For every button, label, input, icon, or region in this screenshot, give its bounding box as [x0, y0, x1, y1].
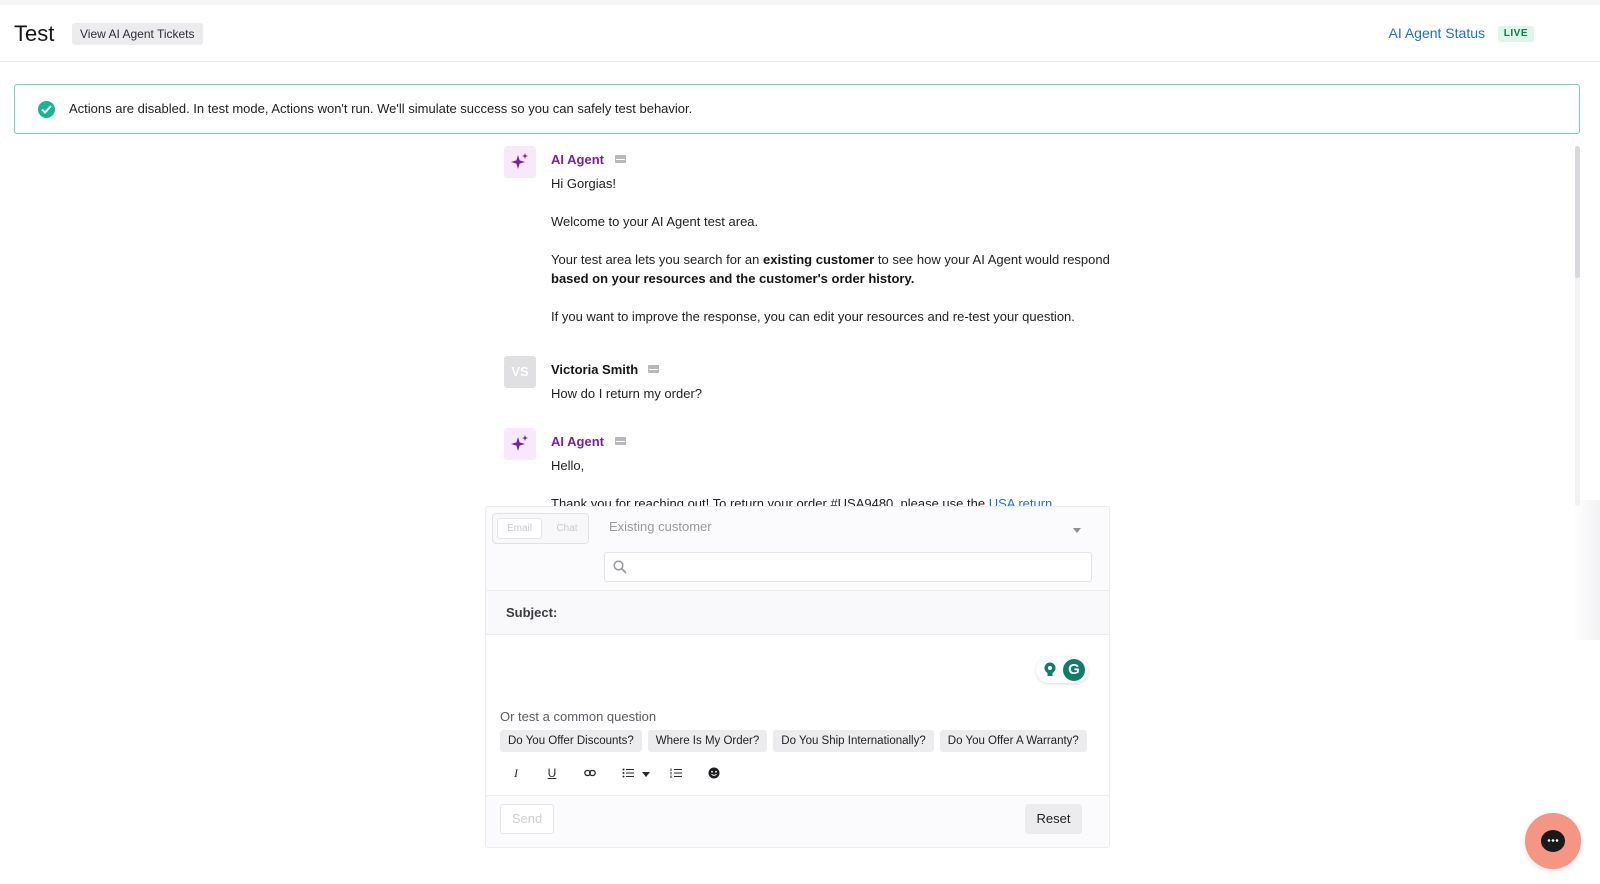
caret-down-icon[interactable] — [640, 763, 652, 783]
message-body: How do I return my order? — [551, 386, 703, 401]
sender-name: AI Agent — [551, 152, 604, 167]
message-body: Hi Gorgias! Welcome to your AI Agent tes… — [551, 174, 1111, 345]
page-header: Test View AI Agent Tickets AI Agent Stat… — [0, 5, 1600, 62]
view-tickets-button[interactable]: View AI Agent Tickets — [72, 23, 203, 45]
numbered-list-icon[interactable] — [666, 763, 686, 783]
message-paragraph: If you want to improve the response, you… — [551, 309, 1075, 324]
message-paragraph: Welcome to your AI Agent test area. — [551, 214, 759, 229]
italic-icon[interactable]: I — [506, 763, 526, 783]
common-questions-label: Or test a common question — [500, 709, 657, 724]
ai-sparkle-avatar — [504, 146, 536, 178]
subject-row[interactable]: Subject: — [486, 591, 1109, 635]
subject-label: Subject: — [506, 605, 558, 620]
question-chip[interactable]: Where Is My Order? — [647, 730, 768, 752]
composer-customer-bar: Email Chat Existing customer — [486, 507, 1109, 591]
test-composer: Email Chat Existing customer Subject: G … — [485, 506, 1110, 848]
mail-icon — [615, 437, 626, 445]
message-customer: VS Victoria Smith How do I return my ord… — [504, 356, 1114, 416]
banner-text: Actions are disabled. In test mode, Acti… — [69, 101, 693, 116]
sender-name: AI Agent — [551, 434, 604, 449]
chat-launcher-button[interactable] — [1525, 813, 1581, 869]
customer-search-input[interactable] — [635, 558, 1085, 578]
channel-toggle: Email Chat — [492, 513, 589, 544]
message-ai-agent: AI Agent Hello, Thank you for reaching o… — [504, 428, 1114, 506]
conversation-area: AI Agent Hi Gorgias! Welcome to your AI … — [504, 146, 1124, 506]
formatting-toolbar: I U — [500, 761, 750, 785]
ai-sparkle-avatar — [504, 428, 536, 460]
customer-search-box[interactable] — [604, 552, 1092, 582]
underline-icon[interactable]: U — [542, 763, 562, 783]
customer-type-select[interactable]: Existing customer — [609, 519, 712, 534]
reset-button[interactable]: Reset — [1025, 804, 1082, 834]
link-icon[interactable] — [580, 763, 600, 783]
return-policy-link[interactable]: USA return — [989, 496, 1053, 506]
writing-assistant-widget[interactable]: G — [1036, 657, 1088, 683]
channel-chat-option[interactable]: Chat — [551, 518, 583, 539]
ai-agent-status-link[interactable]: AI Agent Status — [1388, 25, 1485, 41]
message-paragraph: Hi Gorgias! — [551, 176, 617, 191]
chevron-down-icon[interactable] — [1073, 528, 1081, 533]
bullet-list-icon[interactable] — [618, 763, 638, 783]
question-chip[interactable]: Do You Offer Discounts? — [500, 730, 642, 752]
message-body: Hello, Thank you for reaching out! To re… — [551, 456, 1111, 506]
conversation-scrollbar[interactable] — [1575, 146, 1580, 506]
sender-name: Victoria Smith — [551, 362, 639, 377]
typing-dots-icon — [1547, 839, 1559, 842]
grammarly-icon[interactable]: G — [1063, 659, 1085, 681]
panel-edge-shadow — [1572, 500, 1600, 640]
test-mode-banner: Actions are disabled. In test mode, Acti… — [14, 84, 1580, 134]
composer-footer: Send Reset — [486, 795, 1109, 847]
send-button[interactable]: Send — [500, 804, 554, 834]
avatar: VS — [504, 356, 536, 388]
message-paragraph: Thank you for reaching out! To return yo… — [551, 494, 1111, 506]
question-chip[interactable]: Do You Ship Internationally? — [773, 730, 934, 752]
search-icon — [613, 560, 627, 574]
check-circle-icon — [38, 101, 55, 118]
page-title: Test — [14, 21, 55, 46]
mail-icon — [648, 365, 659, 373]
message-paragraph: Your test area lets you search for an ex… — [551, 252, 1110, 286]
mail-icon — [615, 155, 626, 163]
message-ai-agent: AI Agent Hi Gorgias! Welcome to your AI … — [504, 146, 1114, 346]
lightbulb-icon[interactable] — [1042, 661, 1058, 679]
status-badge: LIVE — [1497, 26, 1534, 42]
question-chip[interactable]: Do You Offer A Warranty? — [939, 730, 1087, 752]
common-questions: Do You Offer Discounts? Where Is My Orde… — [500, 730, 1087, 752]
channel-email-option[interactable]: Email — [497, 518, 542, 539]
emoji-icon[interactable] — [704, 763, 724, 783]
scrollbar-thumb[interactable] — [1575, 146, 1580, 278]
message-paragraph: Hello, — [551, 458, 585, 473]
